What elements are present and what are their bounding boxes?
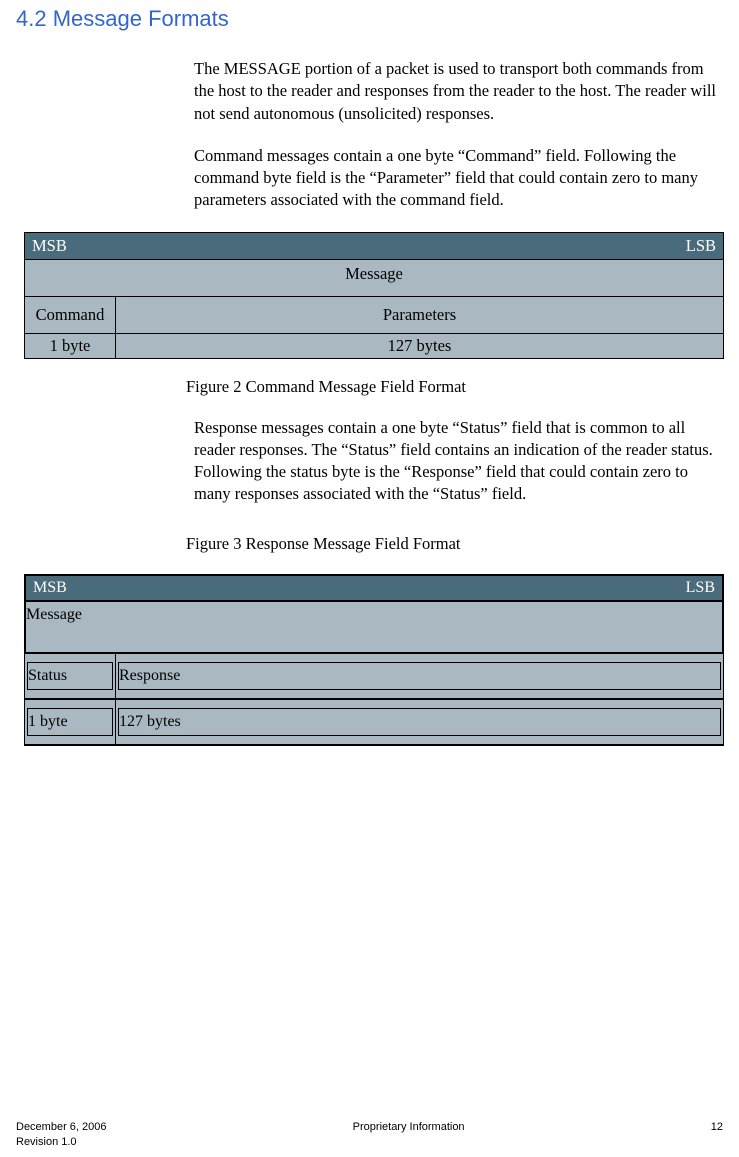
- command-size-cell: 1 byte: [25, 333, 116, 358]
- footer-center: Proprietary Information: [353, 1120, 465, 1134]
- footer-revision: Revision 1.0: [16, 1135, 723, 1149]
- intro-paragraph-2: Command messages contain a one byte “Com…: [194, 145, 719, 212]
- response-size-cell: 127 bytes: [118, 708, 721, 736]
- msb-label-2: MSB: [33, 579, 67, 597]
- lsb-label: LSB: [686, 236, 716, 256]
- intro-paragraph-1: The MESSAGE portion of a packet is used …: [194, 58, 719, 125]
- parameters-field-cell: Parameters: [116, 296, 724, 333]
- figure-3-caption: Figure 3 Response Message Field Format: [186, 534, 723, 554]
- message-cell-2: Message: [25, 601, 723, 653]
- response-field-cell: Response: [118, 662, 721, 690]
- response-paragraph: Response messages contain a one byte “St…: [194, 417, 719, 506]
- section-heading: 4.2 Message Formats: [16, 6, 723, 32]
- response-format-table: MSB LSB Message Status Response 1 byte 1…: [24, 574, 724, 746]
- status-field-cell: Status: [27, 662, 113, 690]
- figure-2-caption: Figure 2 Command Message Field Format: [186, 377, 723, 397]
- command-field-cell: Command: [25, 296, 116, 333]
- message-cell: Message: [25, 259, 724, 296]
- status-size-cell: 1 byte: [27, 708, 113, 736]
- msb-label: MSB: [32, 236, 67, 256]
- footer-page: 12: [711, 1120, 723, 1134]
- lsb-label-2: LSB: [686, 579, 715, 597]
- page-footer: December 6, 2006 Proprietary Information…: [16, 1120, 723, 1149]
- footer-date: December 6, 2006: [16, 1120, 107, 1134]
- parameters-size-cell: 127 bytes: [116, 333, 724, 358]
- command-format-table: MSB LSB Message Command Parameters 1 byt…: [24, 232, 724, 359]
